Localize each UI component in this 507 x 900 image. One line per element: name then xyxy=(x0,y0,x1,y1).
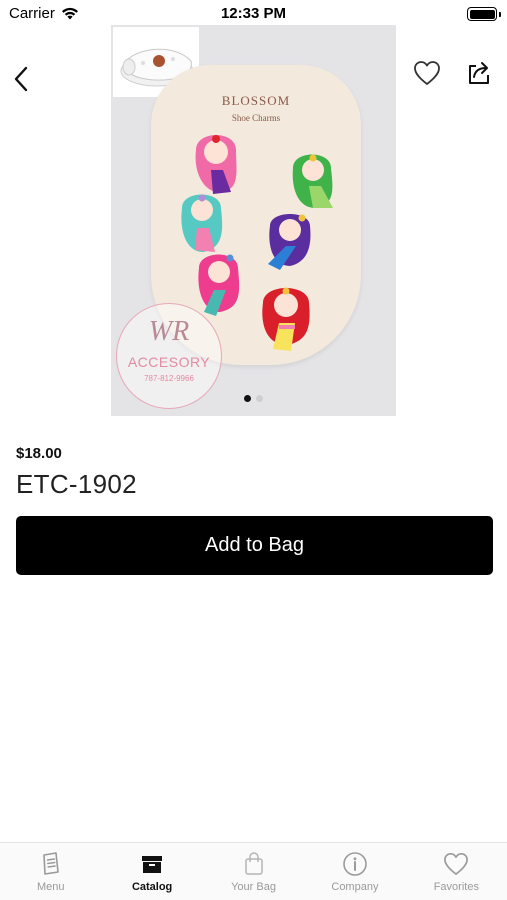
watermark-phone: 787-812-9966 xyxy=(144,374,194,383)
tab-your-bag[interactable]: Your Bag xyxy=(203,843,304,900)
share-button[interactable] xyxy=(463,56,495,88)
image-pager[interactable] xyxy=(111,395,396,402)
favorite-button[interactable] xyxy=(410,57,444,89)
heart-icon xyxy=(414,61,440,85)
pager-dot-2[interactable] xyxy=(256,395,263,402)
tab-menu[interactable]: Menu xyxy=(0,843,101,900)
back-button[interactable] xyxy=(6,62,36,96)
product-image-carousel[interactable]: BLOSSOM Shoe Charms WR ACCESORY 787-812-… xyxy=(111,25,396,416)
heart-icon xyxy=(443,851,469,877)
tab-label: Company xyxy=(331,881,379,893)
battery-icon xyxy=(467,7,501,21)
status-bar: Carrier 12:33 PM xyxy=(0,0,507,28)
catalog-box-icon xyxy=(139,851,165,877)
add-to-bag-button[interactable]: Add to Bag xyxy=(16,516,493,575)
menu-book-icon xyxy=(38,851,64,877)
tab-company[interactable]: Company xyxy=(304,843,405,900)
tab-label: Favorites xyxy=(433,881,479,893)
bag-icon xyxy=(241,851,267,877)
share-icon xyxy=(469,62,489,84)
status-time: 12:33 PM xyxy=(220,5,287,22)
watermark-logo: WR ACCESORY 787-812-9966 xyxy=(116,303,222,409)
tab-favorites[interactable]: Favorites xyxy=(406,843,507,900)
info-icon xyxy=(342,851,368,877)
tab-bar: Menu Catalog Your Bag Company Favorites xyxy=(0,842,507,900)
tab-label: Your Bag xyxy=(231,881,276,893)
product-price: $18.00 xyxy=(16,445,62,462)
tab-catalog[interactable]: Catalog xyxy=(101,843,202,900)
chevron-left-icon xyxy=(14,66,28,92)
tab-label: Menu xyxy=(36,881,65,893)
tab-label: Catalog xyxy=(131,881,173,893)
watermark-name: ACCESORY xyxy=(127,354,211,370)
watermark-monogram: WR xyxy=(148,316,190,347)
product-name: ETC-1902 xyxy=(16,469,137,499)
pager-dot-1[interactable] xyxy=(244,395,251,402)
